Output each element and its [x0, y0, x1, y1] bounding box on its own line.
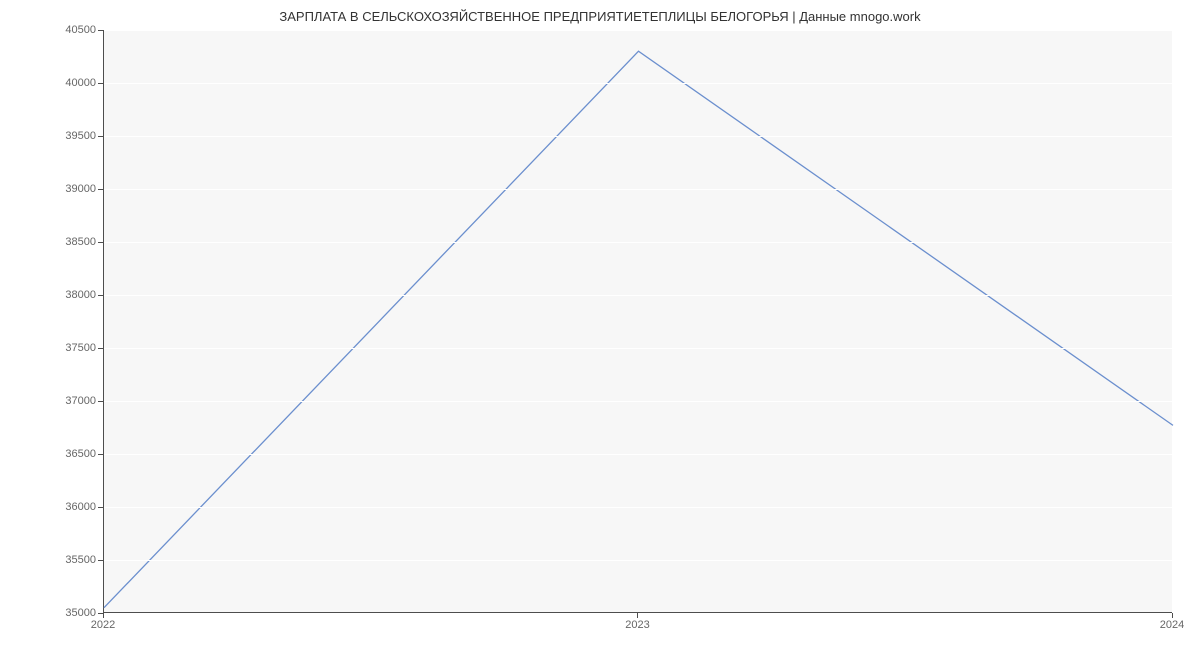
- y-tick-mark: [98, 242, 103, 243]
- x-tick-mark: [103, 613, 104, 618]
- x-tick-label: 2023: [625, 619, 649, 631]
- y-tick-mark: [98, 454, 103, 455]
- y-tick-label: 35000: [65, 607, 96, 619]
- y-tick-label: 35500: [65, 554, 96, 566]
- y-tick-mark: [98, 189, 103, 190]
- y-tick-label: 40000: [65, 77, 96, 89]
- y-tick-mark: [98, 83, 103, 84]
- x-tick-label: 2022: [91, 619, 115, 631]
- chart-title: ЗАРПЛАТА В СЕЛЬСКОХОЗЯЙСТВЕННОЕ ПРЕДПРИЯ…: [0, 9, 1200, 24]
- gridline: [104, 189, 1172, 190]
- y-tick-mark: [98, 507, 103, 508]
- gridline: [104, 348, 1172, 349]
- y-tick-label: 36000: [65, 501, 96, 513]
- y-tick-label: 37500: [65, 342, 96, 354]
- y-tick-label: 38000: [65, 289, 96, 301]
- y-tick-mark: [98, 348, 103, 349]
- y-tick-mark: [98, 136, 103, 137]
- gridline: [104, 83, 1172, 84]
- y-tick-label: 38500: [65, 236, 96, 248]
- x-tick-mark: [637, 613, 638, 618]
- gridline: [104, 613, 1172, 614]
- gridline: [104, 507, 1172, 508]
- gridline: [104, 242, 1172, 243]
- y-tick-label: 39500: [65, 130, 96, 142]
- gridline: [104, 401, 1172, 402]
- gridline: [104, 560, 1172, 561]
- y-tick-mark: [98, 560, 103, 561]
- gridline: [104, 454, 1172, 455]
- plot-area: [103, 30, 1172, 613]
- x-tick-label: 2024: [1160, 619, 1184, 631]
- chart-container: ЗАРПЛАТА В СЕЛЬСКОХОЗЯЙСТВЕННОЕ ПРЕДПРИЯ…: [0, 0, 1200, 650]
- y-tick-mark: [98, 401, 103, 402]
- gridline: [104, 30, 1172, 31]
- y-tick-label: 36500: [65, 448, 96, 460]
- x-tick-mark: [1172, 613, 1173, 618]
- y-tick-label: 37000: [65, 395, 96, 407]
- y-tick-mark: [98, 30, 103, 31]
- line-series: [104, 30, 1172, 612]
- gridline: [104, 136, 1172, 137]
- y-tick-mark: [98, 295, 103, 296]
- gridline: [104, 295, 1172, 296]
- y-tick-label: 39000: [65, 183, 96, 195]
- y-tick-label: 40500: [65, 24, 96, 36]
